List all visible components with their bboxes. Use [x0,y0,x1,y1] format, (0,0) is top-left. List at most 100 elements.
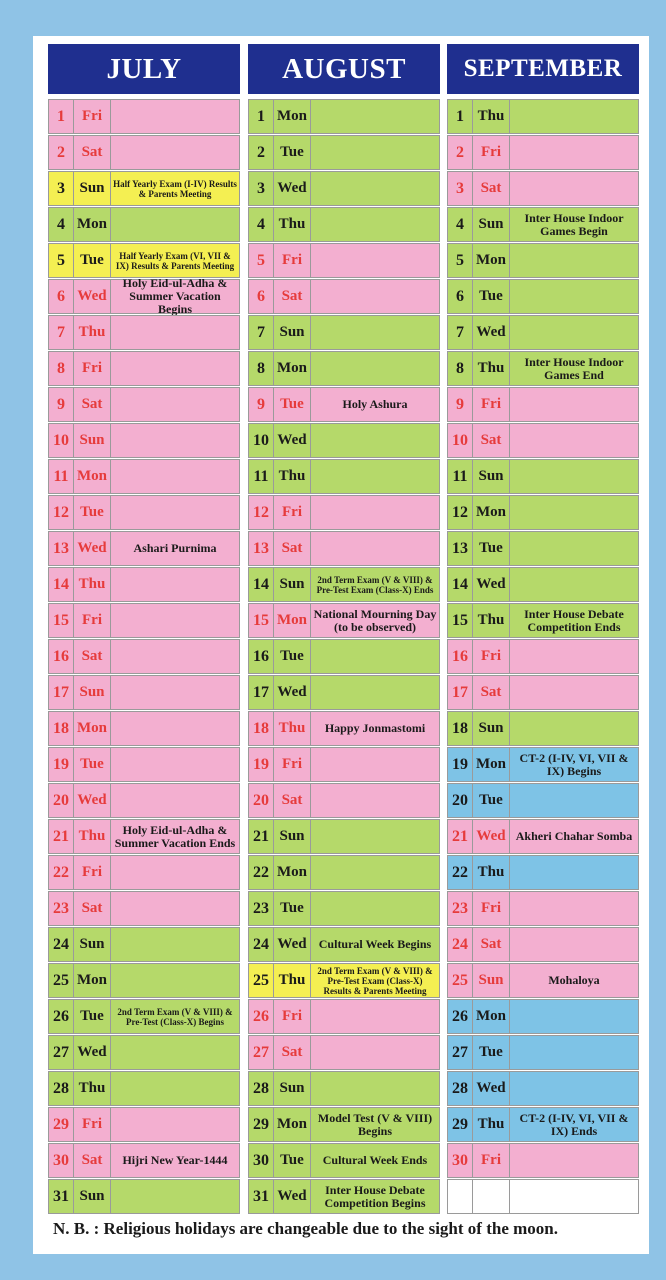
calendar-row: 30 Fri [447,1143,639,1178]
calendar-row: 12 Mon [447,495,639,530]
calendar-row: 4 Thu [248,207,440,242]
event-note [311,352,439,385]
event-note: 2nd Term Exam (V & VIII) & Pre-Test Exam… [317,965,433,996]
event-note [510,100,638,133]
calendar-row: 30 Sat Hijri New Year-1444 [48,1143,240,1178]
weekday-name: Mon [473,244,510,277]
day-number: 24 [448,928,473,961]
event-note [111,100,239,133]
event-note [111,424,239,457]
calendar-row: 29 Mon Model Test (V & VIII) Begins [248,1107,440,1142]
weekday-name: Wed [74,532,111,565]
weekday-name: Wed [473,1072,510,1105]
calendar-row: 10 Wed [248,423,440,458]
day-number: 2 [448,136,473,169]
weekday-name: Sat [473,172,510,205]
weekday-name: Thu [274,208,311,241]
weekday-name: Fri [473,136,510,169]
weekday-name: Sun [473,208,510,241]
event-note: Inter House Indoor Games Begin [524,210,624,238]
weekday-name: Tue [274,136,311,169]
calendar-row: 6 Sat [248,279,440,314]
calendar-row: 21 Thu Holy Eid-ul-Adha & Summer Vacation … [48,819,240,854]
day-number: 28 [49,1072,74,1105]
calendar-row: 4 Sun Inter House Indoor Games Begin [447,207,639,242]
day-number: 7 [249,316,274,349]
event-note: Model Test (V & VIII) Begins [317,1110,433,1138]
day-number: 18 [49,712,74,745]
event-note [111,496,239,529]
day-number: 9 [249,388,274,421]
event-note: Holy Ashura [342,397,408,411]
event-note [111,640,239,673]
weekday-name: Thu [473,100,510,133]
event-note [311,424,439,457]
weekday-name: Sat [74,892,111,925]
calendar-row: 24 Wed Cultural Week Begins [248,927,440,962]
calendar-row: 13 Sat [248,531,440,566]
event-note [510,388,638,421]
calendar-row: 15 Mon National Mourning Day (to be observ… [248,603,440,638]
day-number: 6 [249,280,274,313]
event-note [111,316,239,349]
event-note: Inter House Indoor Games End [524,354,624,382]
event-note [510,136,638,169]
calendar-row: 3 Wed [248,171,440,206]
day-number: 3 [448,172,473,205]
weekday-name: Mon [473,1000,510,1033]
weekday-name: Mon [274,604,311,637]
day-number: 15 [249,604,274,637]
weekday-name: Wed [74,280,111,313]
event-note [510,568,638,601]
calendar-row: 7 Wed [447,315,639,350]
calendar-row [447,1179,639,1214]
weekday-name: Sun [274,316,311,349]
event-note [510,1000,638,1033]
event-note [311,892,439,925]
event-note [111,604,239,637]
calendar-row: 11 Thu [248,459,440,494]
weekday-name: Sat [274,280,311,313]
calendar-row: 13 Tue [447,531,639,566]
weekday-name: Sat [74,640,111,673]
weekday-name: Mon [74,964,111,997]
weekday-name: Sun [74,172,111,205]
calendar-row: 29 Fri [48,1107,240,1142]
event-note [311,172,439,205]
footnote: N. B. : Religious holidays are changeabl… [53,1219,558,1238]
weekday-name: Thu [274,712,311,745]
month-header: AUGUST [248,44,440,94]
event-note [510,1036,638,1069]
calendar-row: 23 Fri [447,891,639,926]
weekday-name: Wed [473,820,510,853]
event-note [311,748,439,781]
calendar-row: 19 Tue [48,747,240,782]
calendar-row: 8 Fri [48,351,240,386]
month-column-july: JULY 1 Fri 2 Sat 3 Sun Half Yearly Exam (I-IV)… [48,44,240,1214]
day-number: 10 [448,424,473,457]
day-number: 29 [249,1108,274,1141]
event-note [311,244,439,277]
month-header: SEPTEMBER [447,44,639,94]
day-number: 12 [448,496,473,529]
calendar-row: 21 Wed Akheri Chahar Somba [447,819,639,854]
day-number: 20 [249,784,274,817]
weekday-name: Wed [274,676,311,709]
day-number: 28 [448,1072,473,1105]
weekday-name: Fri [473,388,510,421]
weekday-name: Tue [74,1000,111,1033]
weekday-name: Mon [74,460,111,493]
calendar-row: 12 Fri [248,495,440,530]
day-rows: 1 Thu 2 Fri 3 Sat 4 Sun Inter House Indoor Games… [447,99,639,1214]
day-number: 25 [49,964,74,997]
day-number: 30 [448,1144,473,1177]
weekday-name: Sun [274,820,311,853]
event-note [510,1072,638,1105]
weekday-name: Mon [274,1108,311,1141]
day-number: 16 [448,640,473,673]
day-number: 17 [448,676,473,709]
weekday-name: Fri [473,1144,510,1177]
weekday-name: Mon [274,856,311,889]
weekday-name: Fri [74,1108,111,1141]
event-note: Cultural Week Begins [318,937,432,951]
